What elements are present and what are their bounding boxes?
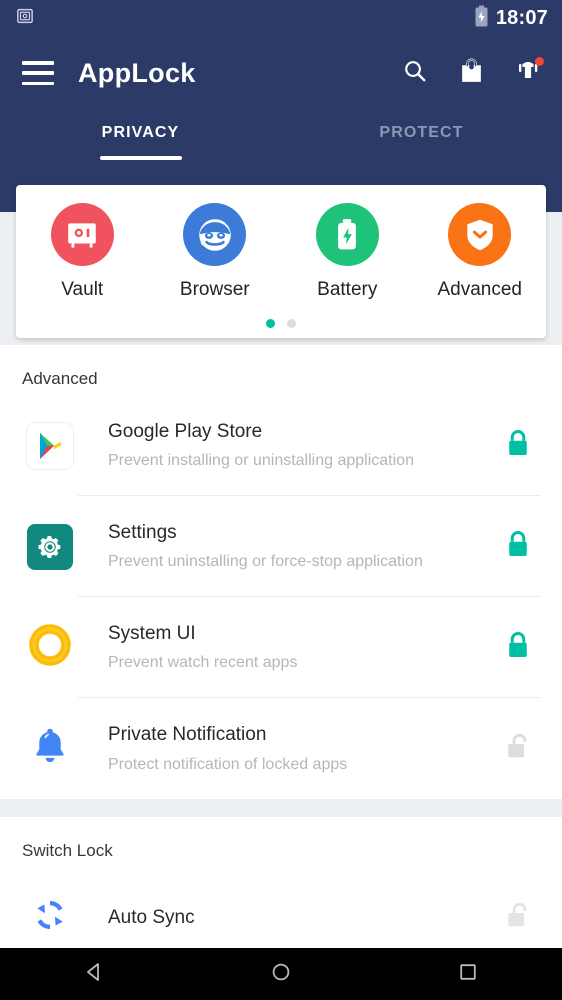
auto-sync-icon — [28, 893, 72, 942]
feature-battery[interactable]: Battery — [281, 203, 414, 301]
tab-inactive-indicator — [381, 156, 463, 160]
page-dot-2[interactable] — [287, 319, 296, 328]
lock-open-icon — [505, 731, 531, 766]
list-item-auto-sync[interactable]: Auto Sync — [0, 867, 562, 948]
battery-charging-icon — [474, 5, 489, 32]
tab-bar: PRIVACY PROTECT — [0, 110, 562, 172]
list-item-subtitle: Prevent uninstalling or force-stop appli… — [108, 553, 423, 571]
hamburger-menu-icon[interactable] — [22, 61, 54, 85]
list-item-system-ui[interactable]: System UI Prevent watch recent apps — [0, 597, 562, 698]
list-item-google-play-store[interactable]: Google Play Store Prevent installing or … — [0, 395, 562, 496]
lock-toggle[interactable] — [496, 496, 540, 597]
feature-carousel-card: Vault Browser Battery Advanced — [16, 185, 546, 338]
search-icon — [402, 58, 428, 89]
shield-chevron-icon — [448, 203, 512, 266]
list-item-title: Settings — [108, 521, 177, 543]
app-bar: AppLock — [0, 36, 562, 110]
lock-closed-icon — [505, 630, 531, 665]
system-ui-ring-icon — [27, 622, 73, 673]
list-item-private-notification[interactable]: Private Notification Protect notificatio… — [0, 698, 562, 799]
tab-privacy[interactable]: PRIVACY — [0, 110, 281, 172]
back-triangle-icon — [83, 961, 105, 988]
row-text-wrap: Google Play Store Prevent installing or … — [78, 395, 496, 496]
list-item-title: Private Notification — [108, 724, 267, 746]
feature-label: Battery — [317, 279, 378, 300]
app-screen: 18:07 AppLock PRIVACY PROTECT Advanced G… — [0, 0, 562, 1000]
row-icon-wrap — [22, 523, 78, 570]
home-circle-icon — [270, 961, 292, 988]
row-text-wrap: Auto Sync — [78, 867, 496, 948]
row-text-wrap: Settings Prevent uninstalling or force-s… — [78, 496, 496, 597]
section-title-switch-lock: Switch Lock — [22, 841, 113, 860]
lock-toggle[interactable] — [496, 698, 540, 799]
carousel-page-dots — [16, 319, 546, 328]
page-title: AppLock — [78, 57, 196, 88]
status-bar: 18:07 — [0, 0, 562, 36]
settings-gear-icon — [27, 523, 73, 570]
lock-toggle[interactable] — [496, 395, 540, 496]
tab-privacy-label: PRIVACY — [101, 124, 180, 141]
vault-icon — [16, 7, 34, 30]
google-play-icon — [27, 422, 73, 469]
list-item-subtitle: Prevent watch recent apps — [108, 654, 298, 672]
feature-advanced[interactable]: Advanced — [414, 203, 547, 301]
feature-label: Browser — [179, 279, 250, 300]
list-item-subtitle: Prevent installing or uninstalling appli… — [108, 452, 414, 470]
shopping-bag-icon — [459, 57, 484, 89]
section-advanced: Advanced Google Play Store Prevent insta… — [0, 345, 562, 799]
tab-protect-label: PROTECT — [379, 124, 464, 141]
incognito-mask-icon — [183, 203, 247, 266]
feature-browser[interactable]: Browser — [149, 203, 282, 301]
android-navigation-bar — [0, 948, 562, 1000]
section-title-advanced: Advanced — [22, 369, 98, 388]
list-item-subtitle: Protect notification of locked apps — [108, 755, 348, 773]
row-text-wrap: Private Notification Protect notificatio… — [78, 698, 496, 799]
list-item-title: System UI — [108, 622, 196, 644]
recents-square-icon — [457, 961, 479, 988]
vault-safe-icon — [50, 203, 114, 266]
tab-protect[interactable]: PROTECT — [281, 110, 562, 172]
tab-active-indicator — [99, 156, 182, 160]
feature-label: Vault — [61, 279, 104, 300]
theme-button[interactable] — [512, 57, 544, 88]
nav-back-button[interactable] — [64, 948, 124, 1000]
lock-closed-icon — [505, 529, 531, 564]
app-header: 18:07 AppLock PRIVACY PROTECT — [0, 0, 562, 212]
row-icon-wrap — [22, 725, 78, 772]
feature-row: Vault Browser Battery Advanced — [16, 203, 546, 301]
list-item-settings[interactable]: Settings Prevent uninstalling or force-s… — [0, 496, 562, 597]
lock-open-icon — [505, 900, 531, 935]
battery-bolt-icon — [315, 203, 379, 266]
section-switch-lock: Switch Lock Auto Sync — [0, 817, 562, 948]
lock-toggle[interactable] — [496, 867, 540, 948]
list-item-title: Auto Sync — [108, 906, 195, 928]
nav-recents-button[interactable] — [438, 948, 498, 1000]
row-icon-wrap — [22, 893, 78, 942]
section-divider — [0, 799, 562, 817]
feature-label: Advanced — [437, 279, 522, 300]
status-time: 18:07 — [495, 6, 548, 29]
feature-vault[interactable]: Vault — [16, 203, 149, 301]
row-icon-wrap — [22, 422, 78, 469]
nav-home-button[interactable] — [251, 948, 311, 1000]
lock-toggle[interactable] — [496, 597, 540, 698]
page-dot-1[interactable] — [266, 319, 275, 328]
list-item-title: Google Play Store — [108, 420, 263, 442]
notification-badge — [535, 57, 544, 66]
search-button[interactable] — [400, 58, 430, 88]
row-text-wrap: System UI Prevent watch recent apps — [78, 597, 496, 698]
store-button[interactable] — [456, 58, 486, 88]
row-icon-wrap — [22, 622, 78, 673]
bell-icon — [30, 725, 70, 772]
lock-closed-icon — [505, 428, 531, 463]
